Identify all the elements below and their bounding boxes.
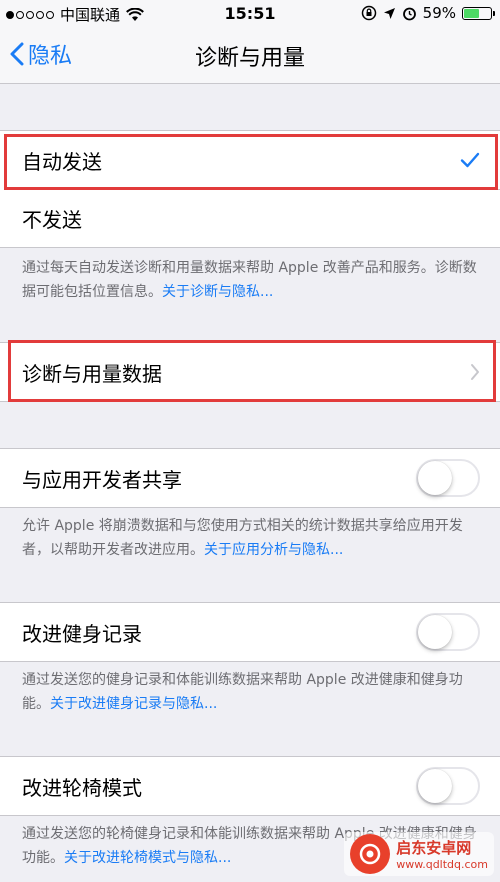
watermark-url: www.qdltdq.com [396,858,488,871]
dont-send-label: 不发送 [22,208,82,232]
diagnostics-privacy-link[interactable]: 关于诊断与隐私... [162,284,273,300]
share-developers-label: 与应用开发者共享 [22,467,182,492]
fitness-footer: 通过发送您的健身记录和体能训练数据来帮助 Apple 改进健康和健身功能。关于改… [22,668,478,716]
improve-wheelchair-row: 改进轮椅模式 [0,757,500,815]
send-footer: 通过每天自动发送诊断和用量数据来帮助 Apple 改善产品和服务。诊断数据可能包… [22,256,478,304]
status-bar: 中国联通 15:51 59% [0,0,500,28]
share-developers-group: 与应用开发者共享 [0,448,500,508]
navigation-bar: 隐私 诊断与用量 [0,28,500,84]
toggle-knob [418,615,452,649]
battery-percent: 59% [422,4,456,22]
app-analytics-privacy-link[interactable]: 关于应用分析与隐私... [204,542,343,558]
share-developers-toggle[interactable] [416,459,480,497]
watermark-title: 启东安卓网 [396,839,472,857]
watermark-text: 启东安卓网 www.qdltdq.com [396,837,488,871]
battery-fill [464,8,480,18]
toggle-knob [418,461,452,495]
improve-fitness-label: 改进健身记录 [22,621,142,646]
share-developers-row: 与应用开发者共享 [0,449,500,507]
improve-wheelchair-label: 改进轮椅模式 [22,775,142,800]
diagnostics-data-label: 诊断与用量数据 [22,361,162,386]
watermark-logo-icon [350,834,391,874]
auto-send-option[interactable]: 自动发送 [0,131,500,189]
site-watermark: 启东安卓网 www.qdltdq.com [344,832,494,876]
fitness-privacy-link[interactable]: 关于改进健身记录与隐私... [50,696,217,712]
share-footer: 允许 Apple 将崩溃数据和与您使用方式相关的统计数据共享给应用开发者，以帮助… [22,514,478,562]
wheelchair-privacy-link[interactable]: 关于改进轮椅模式与隐私... [64,850,231,866]
improve-fitness-group: 改进健身记录 [0,602,500,662]
toggle-knob [418,769,452,803]
improve-fitness-row: 改进健身记录 [0,603,500,661]
chevron-right-icon [471,364,479,380]
location-icon [383,7,395,19]
dont-send-option[interactable]: 不发送 [22,189,500,247]
page-title: 诊断与用量 [194,46,305,71]
battery-icon [462,6,495,20]
settings-page: 中国联通 15:51 59% 隐私 诊断与用量 自动发送 不发送 通过每天自动发… [0,0,500,882]
checkmark-icon [460,152,480,168]
status-right: 59% [361,4,495,22]
orientation-lock-icon [361,5,376,21]
improve-fitness-toggle[interactable] [416,613,480,651]
alarm-icon [402,7,416,20]
auto-send-label: 自动发送 [22,149,102,174]
diagnostics-data-row[interactable]: 诊断与用量数据 [0,343,500,401]
send-option-group: 自动发送 不发送 [0,130,500,248]
diagnostics-data-group: 诊断与用量数据 [0,342,500,402]
improve-wheelchair-toggle[interactable] [416,767,480,805]
improve-wheelchair-group: 改进轮椅模式 [0,756,500,816]
